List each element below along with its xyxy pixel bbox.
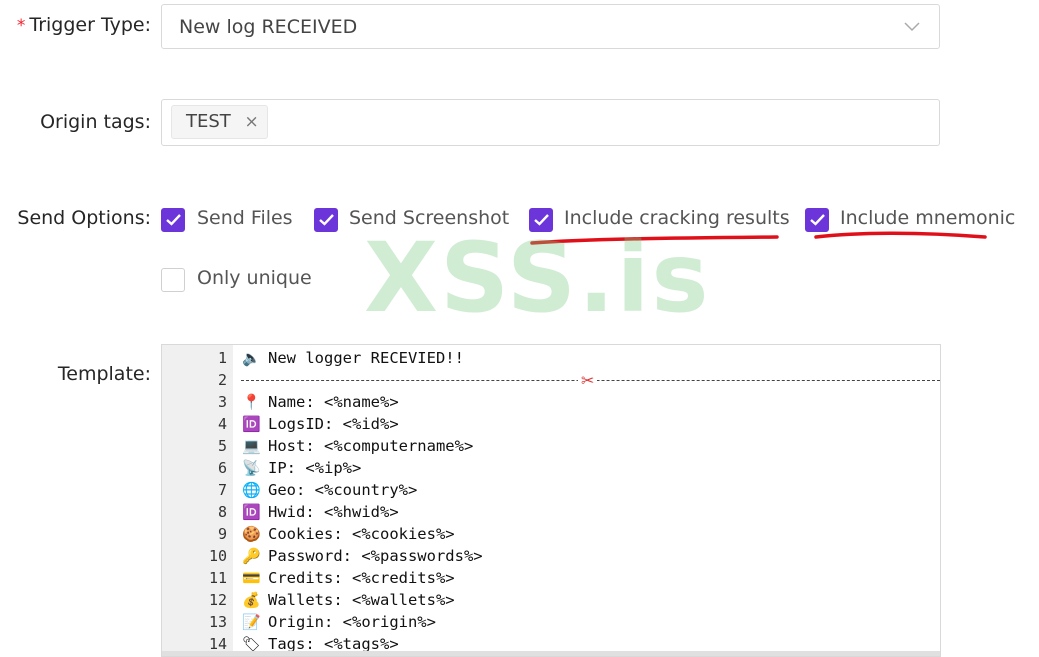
only-unique-checkbox[interactable] xyxy=(161,268,185,292)
template-label: Template: xyxy=(57,363,151,385)
only-unique-label[interactable]: Only unique xyxy=(197,267,312,289)
code-line: 🆔 LogsID: <%id%> xyxy=(242,415,399,433)
pushpin-icon: 📍 xyxy=(242,393,261,411)
line-number: 10 xyxy=(208,547,227,565)
code-line: 🔈 New logger RECEVIED!! xyxy=(242,349,464,367)
code-line: 📡 IP: <%ip%> xyxy=(242,459,362,477)
code-line: 🔑 Password: <%passwords%> xyxy=(242,547,483,565)
tag-chip: TEST × xyxy=(171,105,268,139)
line-number: 6 xyxy=(217,459,227,477)
id-icon: 🆔 xyxy=(242,503,261,521)
credit-card-icon: 💳 xyxy=(242,569,261,587)
send-files-checkbox[interactable] xyxy=(161,208,185,232)
line-number: 1 xyxy=(217,349,227,367)
code-line: 💻 Host: <%computername%> xyxy=(242,437,474,455)
trigger-type-label: * Trigger Type: xyxy=(16,14,151,36)
line-number: 4 xyxy=(217,415,227,433)
code-line: 🌐 Geo: <%country%> xyxy=(242,481,418,499)
horizontal-scrollbar[interactable] xyxy=(162,651,940,656)
line-number: 12 xyxy=(208,591,227,609)
line-number: 2 xyxy=(217,371,227,389)
checkmark-icon xyxy=(810,214,825,226)
satellite-icon: 📡 xyxy=(242,459,261,477)
send-screenshot-checkbox[interactable] xyxy=(314,208,338,232)
line-number-gutter: 1 2 3 4 5 6 7 8 9 10 11 12 13 14 xyxy=(162,345,233,656)
code-line: 📝 Origin: <%origin%> xyxy=(242,613,436,631)
watermark: XSS.is xyxy=(364,222,711,334)
line-number: 9 xyxy=(217,525,227,543)
line-number: 8 xyxy=(217,503,227,521)
annotation-underline xyxy=(814,231,987,239)
cookie-icon: 🍪 xyxy=(242,525,261,543)
code-line: 🍪 Cookies: <%cookies%> xyxy=(242,525,455,543)
line-number: 11 xyxy=(208,569,227,587)
trigger-type-value: New log RECEIVED xyxy=(179,16,358,38)
memo-icon: 📝 xyxy=(242,613,261,631)
close-icon[interactable]: × xyxy=(245,106,259,138)
code-line: 💰 Wallets: <%wallets%> xyxy=(242,591,455,609)
trigger-type-select[interactable]: New log RECEIVED xyxy=(161,4,940,49)
required-mark: * xyxy=(16,16,26,36)
speaker-icon: 🔈 xyxy=(242,349,261,367)
line-number: 3 xyxy=(217,393,227,411)
checkmark-icon xyxy=(319,214,334,226)
chevron-down-icon xyxy=(904,22,920,32)
laptop-icon: 💻 xyxy=(242,437,261,455)
key-icon: 🔑 xyxy=(242,547,261,565)
line-number: 13 xyxy=(208,613,227,631)
line-number: 7 xyxy=(217,481,227,499)
money-bag-icon: 💰 xyxy=(242,591,261,609)
code-line: 🆔 Hwid: <%hwid%> xyxy=(242,503,399,521)
id-icon: 🆔 xyxy=(242,415,261,433)
globe-icon: 🌐 xyxy=(242,481,261,499)
code-line: 💳 Credits: <%credits%> xyxy=(242,569,455,587)
origin-tags-label: Origin tags: xyxy=(40,111,151,133)
include-mnemonic-label[interactable]: Include mnemonic xyxy=(840,207,1015,229)
line-number: 5 xyxy=(217,437,227,455)
template-editor[interactable]: 1 2 3 4 5 6 7 8 9 10 11 12 13 14 🔈 New lo… xyxy=(161,344,941,657)
send-files-label[interactable]: Send Files xyxy=(197,207,293,229)
send-options-label: Send Options: xyxy=(17,207,151,229)
checkmark-icon xyxy=(166,214,181,226)
scissors-icon: ✂ xyxy=(578,371,598,390)
code-line: 📍 Name: <%name%> xyxy=(242,393,399,411)
origin-tags-input[interactable]: TEST × xyxy=(161,99,940,146)
